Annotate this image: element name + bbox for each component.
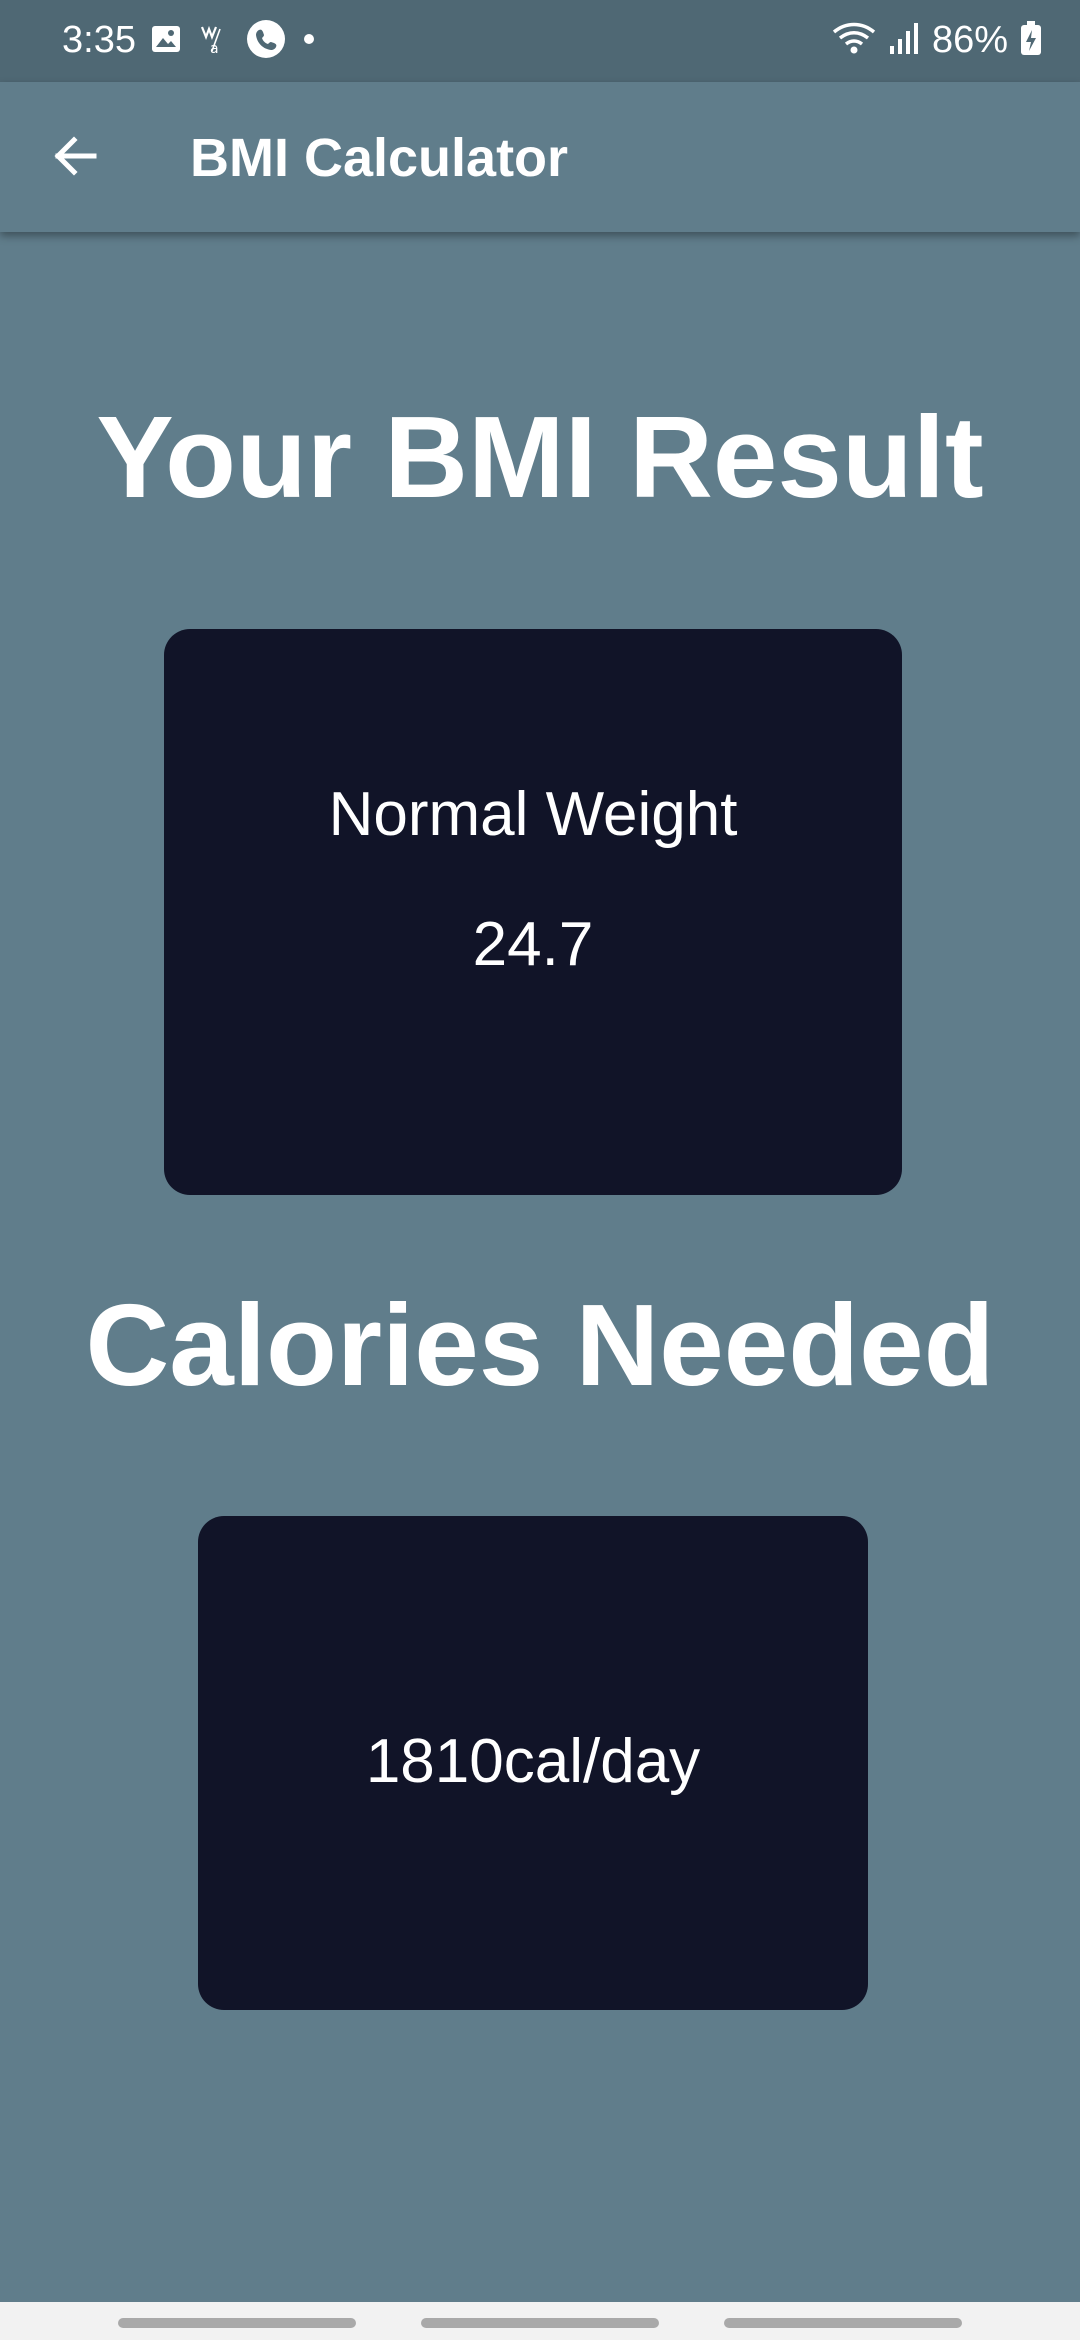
status-time: 3:35 <box>62 19 136 61</box>
wifi-icon <box>832 20 876 61</box>
phone-icon <box>246 19 286 64</box>
calories-heading: Calories Needed <box>85 1280 995 1410</box>
status-icons-left: a <box>150 19 316 64</box>
arrow-left-icon <box>50 132 98 185</box>
back-button[interactable] <box>38 122 110 194</box>
nav-back-handle[interactable] <box>724 2318 962 2328</box>
navigation-bar <box>0 2302 1080 2340</box>
screen: 3:35 a 86% BMI Calculator Your BMI Resul… <box>0 0 1080 2340</box>
nav-recent-apps-handle[interactable] <box>118 2318 356 2328</box>
dot-icon <box>302 32 316 51</box>
bmi-result-heading: Your BMI Result <box>96 392 984 522</box>
calories-card: 1810cal/day <box>198 1516 868 2010</box>
bmi-category: Normal Weight <box>328 780 738 849</box>
bmi-value: 24.7 <box>472 910 594 979</box>
signal-icon <box>888 20 920 61</box>
status-bar: 3:35 a 86% <box>0 0 1080 82</box>
battery-charging-icon <box>1020 20 1042 61</box>
image-icon <box>150 23 182 60</box>
app-title: BMI Calculator <box>190 128 569 188</box>
bmi-result-card: Normal Weight 24.7 <box>164 629 902 1195</box>
nav-home-handle[interactable] <box>421 2318 659 2328</box>
calories-value: 1810cal/day <box>365 1727 701 1796</box>
battery-percent: 86% <box>931 19 1008 61</box>
app-bar: BMI Calculator <box>0 82 1080 232</box>
status-icons-right: 86% <box>832 18 1042 62</box>
wifi-calling-icon: a <box>198 23 230 60</box>
